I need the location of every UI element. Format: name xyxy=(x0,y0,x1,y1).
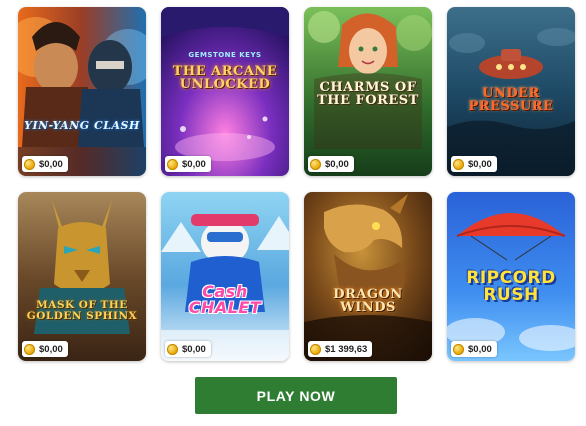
game-grid: YIN-YANG CLASH $0,00 GEMSTONE KEYS THE A… xyxy=(18,7,575,361)
price-value: $0,00 xyxy=(182,158,206,170)
coin-icon xyxy=(24,343,35,355)
game-thumbnail xyxy=(161,192,289,361)
price-value: $0,00 xyxy=(182,343,206,355)
game-thumbnail xyxy=(18,7,146,176)
coin-icon xyxy=(167,343,178,355)
game-thumbnail xyxy=(18,192,146,361)
price-value: $1 399,63 xyxy=(325,343,368,355)
game-title: DRAGON WINDS xyxy=(333,287,403,315)
game-thumbnail xyxy=(304,192,432,361)
price-value: $0,00 xyxy=(39,343,63,355)
game-card-dragon-winds[interactable]: DRAGON WINDS $1 399,63 xyxy=(304,192,432,361)
coin-icon xyxy=(24,158,35,170)
game-supertitle: GEMSTONE KEYS xyxy=(188,51,262,59)
game-card-mask-of-the-golden-sphinx[interactable]: MASK OF THE GOLDEN SPHINX $0,00 xyxy=(18,192,146,361)
price-badge: $0,00 xyxy=(451,341,497,357)
game-card-yin-yang-clash[interactable]: YIN-YANG CLASH $0,00 xyxy=(18,7,146,176)
price-value: $0,00 xyxy=(468,158,492,170)
game-card-under-pressure[interactable]: UNDER PRESSURE $0,00 xyxy=(447,7,575,176)
price-value: $0,00 xyxy=(325,158,349,170)
price-badge: $0,00 xyxy=(165,341,211,357)
coin-icon xyxy=(453,343,464,355)
game-card-cash-chalet[interactable]: Cash CHALET $0,00 xyxy=(161,192,289,361)
game-card-ripcord-rush[interactable]: RIPCORD RUSH $0,00 xyxy=(447,192,575,361)
price-badge: $0,00 xyxy=(451,156,497,172)
game-title: UNDER PRESSURE xyxy=(468,86,554,114)
game-title: MASK OF THE GOLDEN SPHINX xyxy=(26,299,138,322)
price-badge: $1 399,63 xyxy=(308,341,373,357)
game-card-charms-of-the-forest[interactable]: CHARMS OF THE FOREST $0,00 xyxy=(304,7,432,176)
coin-icon xyxy=(310,343,321,355)
coin-icon xyxy=(310,158,321,170)
game-title: Cash CHALET xyxy=(188,282,262,317)
price-value: $0,00 xyxy=(39,158,63,170)
game-card-the-arcane-unlocked[interactable]: GEMSTONE KEYS THE ARCANE UNLOCKED $0,00 xyxy=(161,7,289,176)
price-value: $0,00 xyxy=(468,343,492,355)
play-now-button[interactable]: PLAY NOW xyxy=(195,377,397,414)
price-badge: $0,00 xyxy=(22,156,68,172)
game-title: YIN-YANG CLASH xyxy=(24,119,140,132)
game-title: THE ARCANE UNLOCKED xyxy=(172,64,278,92)
price-badge: $0,00 xyxy=(308,156,354,172)
price-badge: $0,00 xyxy=(165,156,211,172)
price-badge: $0,00 xyxy=(22,341,68,357)
game-title: RIPCORD RUSH xyxy=(466,268,556,305)
coin-icon xyxy=(453,158,464,170)
game-title: CHARMS OF THE FOREST xyxy=(317,80,419,108)
coin-icon xyxy=(167,158,178,170)
